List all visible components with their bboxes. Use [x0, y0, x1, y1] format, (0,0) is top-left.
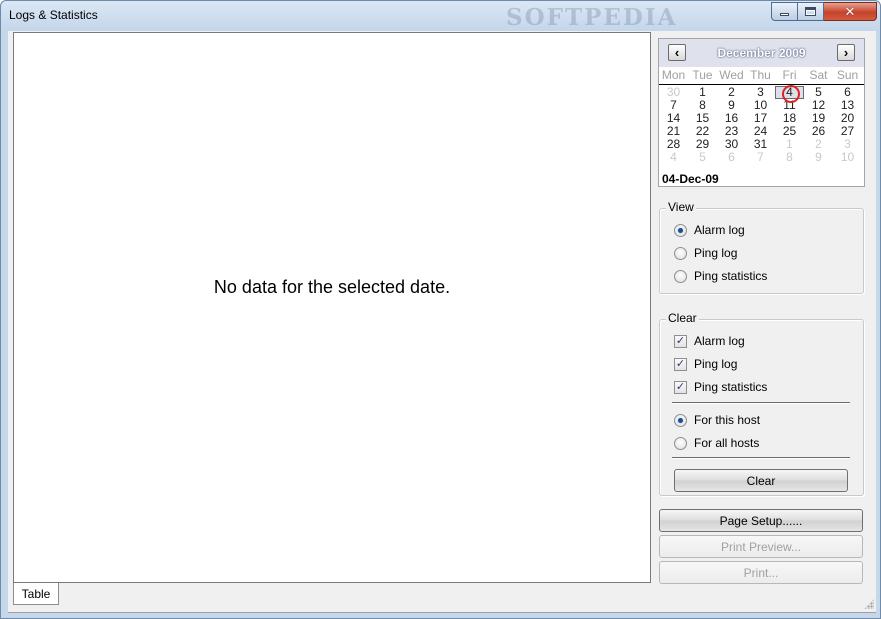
month-calendar: ‹ December 2009 › Mon Tue Wed Thu Fri Sa… [658, 38, 865, 187]
radio-icon [674, 436, 687, 450]
empty-state-message: No data for the selected date. [213, 277, 451, 297]
title-bar[interactable]: Logs & Statistics SOFTPEDIA ✕ [1, 1, 880, 31]
checkbox-label: Ping log [694, 357, 738, 371]
weekday-label: Fri [782, 68, 797, 82]
calendar-day-other-month[interactable]: 8 [775, 151, 804, 164]
status-divider [8, 612, 876, 613]
clear-ping-statistics-checkbox[interactable]: ✓ Ping statistics [674, 379, 767, 395]
radio-selected-icon [674, 413, 687, 427]
calendar-day-other-month[interactable]: 9 [804, 151, 833, 164]
close-icon: ✕ [844, 4, 856, 19]
clear-ping-log-checkbox[interactable]: ✓ Ping log [674, 356, 737, 372]
checkbox-label: Alarm log [694, 334, 745, 348]
view-alarm-log-radio[interactable]: Alarm log [674, 222, 745, 238]
checkmark-icon: ✓ [674, 334, 687, 348]
previous-month-button[interactable]: ‹ [668, 44, 686, 61]
radio-icon [674, 246, 687, 260]
weekday-label: Thu [750, 68, 771, 82]
for-all-hosts-radio[interactable]: For all hosts [674, 435, 759, 451]
close-button[interactable]: ✕ [824, 2, 877, 21]
radio-label: For this host [694, 413, 761, 427]
clear-separator [672, 457, 850, 459]
view-group-title: View [666, 200, 696, 214]
window-controls: ✕ [771, 2, 877, 22]
today-circle-marker [782, 85, 800, 103]
clear-separator [672, 402, 850, 404]
calendar-month-label[interactable]: December 2009 [689, 46, 834, 60]
calendar-header: ‹ December 2009 › [659, 39, 864, 67]
radio-label: Alarm log [694, 223, 745, 237]
calendar-day-other-month[interactable]: 4 [659, 151, 688, 164]
radio-label: Ping statistics [694, 269, 768, 283]
view-ping-statistics-radio[interactable]: Ping statistics [674, 268, 767, 284]
resize-grip-icon[interactable] [864, 599, 874, 609]
checkmark-icon: ✓ [674, 357, 687, 371]
calendar-day-other-month[interactable]: 5 [688, 151, 717, 164]
view-ping-log-radio[interactable]: Ping log [674, 245, 737, 261]
minimize-button[interactable] [771, 2, 798, 21]
calendar-day-other-month[interactable]: 7 [746, 151, 775, 164]
calendar-weekdays: Mon Tue Wed Thu Fri Sat Sun [659, 68, 864, 85]
clear-group: Clear ✓ Alarm log ✓ Ping log ✓ Ping stat… [659, 311, 864, 496]
weekday-label: Tue [692, 68, 713, 82]
radio-selected-icon [674, 223, 687, 237]
chevron-right-icon: › [843, 45, 849, 60]
softpedia-watermark: SOFTPEDIA [506, 4, 678, 31]
maximize-button[interactable] [798, 2, 824, 21]
calendar-day-grid: 30 1 2 3 4 5 6 7 8 9 10 11 12 13 14 15 16 17 18 19 20 21 22 23 2… [659, 86, 864, 164]
minimize-icon [780, 13, 789, 16]
radio-icon [674, 269, 687, 283]
chevron-left-icon: ‹ [674, 45, 680, 60]
weekday-label: Sun [836, 68, 859, 82]
print-button[interactable]: Print... [659, 561, 863, 584]
print-preview-button[interactable]: Print Preview... [659, 535, 863, 558]
checkmark-icon: ✓ [674, 380, 687, 394]
weekday-label: Wed [719, 68, 744, 82]
page-setup-button[interactable]: Page Setup...... [659, 509, 863, 532]
next-month-button[interactable]: › [837, 44, 855, 61]
clear-alarm-log-checkbox[interactable]: ✓ Alarm log [674, 333, 745, 349]
clear-button[interactable]: Clear [674, 469, 848, 492]
calendar-day-other-month[interactable]: 6 [717, 151, 746, 164]
log-content-panel: No data for the selected date. [13, 32, 651, 583]
checkbox-label: Ping statistics [694, 380, 768, 394]
clear-group-title: Clear [666, 311, 699, 325]
radio-label: For all hosts [694, 436, 760, 450]
radio-label: Ping log [694, 246, 738, 260]
calendar-selected-date[interactable]: 04-Dec-09 [662, 172, 719, 186]
tab-table[interactable]: Table [13, 583, 59, 605]
maximize-icon [805, 7, 816, 16]
calendar-day-other-month[interactable]: 10 [833, 151, 862, 164]
client-area: No data for the selected date. Table ‹ D… [8, 31, 876, 613]
view-group: View Alarm log Ping log Ping statistics [659, 200, 864, 294]
window-title: Logs & Statistics [9, 8, 98, 22]
weekday-label: Mon [661, 68, 686, 82]
logs-statistics-window: Logs & Statistics SOFTPEDIA ✕ No data fo… [0, 0, 881, 619]
for-this-host-radio[interactable]: For this host [674, 412, 760, 428]
tab-strip: Table [13, 583, 651, 605]
weekday-label: Sat [809, 68, 828, 82]
